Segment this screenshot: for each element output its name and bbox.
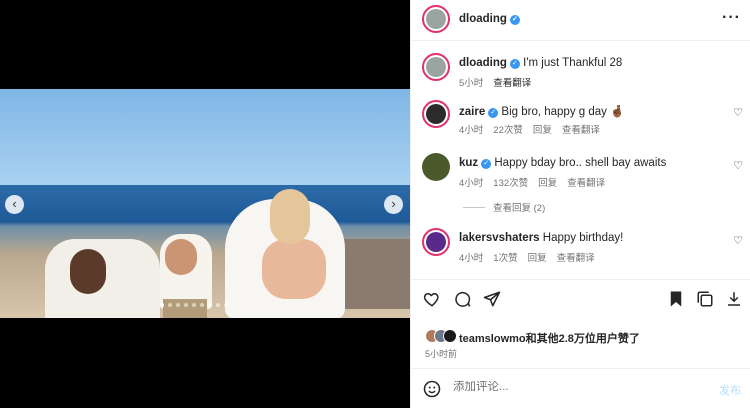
previous-photo-button[interactable]: ‹ [5, 195, 24, 214]
comment-username[interactable]: zaire [459, 106, 485, 118]
post-actions: teamslowmo和其他2.8万位用户赞了 [411, 279, 750, 345]
download-icon[interactable] [725, 290, 743, 313]
comment-translate-link[interactable]: 查看翻译 [557, 253, 595, 264]
commenter-avatar[interactable] [422, 100, 450, 128]
share-send-icon[interactable] [483, 290, 501, 313]
commenter-avatar[interactable] [422, 228, 450, 256]
comment-username[interactable]: lakersvshaters [459, 232, 540, 244]
comment-reply-button[interactable]: 回复 [538, 178, 557, 189]
post-media: ‹ › [0, 0, 410, 408]
copy-icon[interactable] [696, 290, 714, 313]
carousel-dots [160, 303, 228, 307]
verified-badge-icon: ✓ [509, 15, 520, 25]
post-photo [0, 89, 410, 318]
view-replies-link[interactable]: 查看回复 (2) [459, 200, 545, 214]
comment-like-heart-icon[interactable]: ♡ [733, 234, 743, 247]
comment-likes[interactable]: 132次赞 [493, 178, 528, 189]
comment-text: Happy birthday! [542, 232, 624, 244]
caption-translate-link[interactable]: 查看翻译 [493, 78, 531, 89]
next-photo-button[interactable]: › [384, 195, 403, 214]
post-detail-panel: dloading ✓ ··· dloading ✓ I'm just Thankfu… [410, 0, 750, 408]
caption-time: 5小时 [459, 78, 484, 89]
author-avatar[interactable] [422, 5, 450, 33]
liked-by-text[interactable]: teamslowmo和其他2.8万位用户赞了 [459, 330, 640, 346]
comment-time: 4小时 [459, 178, 484, 189]
verified-badge-icon: ✓ [488, 108, 499, 118]
comment-reply-button[interactable]: 回复 [533, 125, 552, 136]
commenter-avatar[interactable] [422, 153, 450, 181]
emoji-icon[interactable] [423, 380, 441, 403]
comment-text: Happy bday bro.. shell bay awaits [494, 157, 667, 169]
post-comment-button[interactable]: 发布 [719, 382, 741, 398]
like-heart-icon[interactable] [423, 290, 441, 313]
comment-translate-link[interactable]: 查看翻译 [562, 125, 600, 136]
post-header: dloading ✓ ··· [411, 0, 750, 41]
comment-like-heart-icon[interactable]: ♡ [733, 159, 743, 172]
author-username[interactable]: dloading ✓ [459, 13, 520, 25]
comment-username[interactable]: kuz [459, 157, 478, 169]
comment-input[interactable] [453, 381, 683, 393]
caption-text: I'm just Thankful 28 [523, 57, 623, 69]
comment-text: Big bro, happy g day 🤞🏾 [501, 106, 625, 118]
comment-time: 4小时 [459, 125, 484, 136]
more-icon[interactable]: ··· [722, 9, 741, 27]
comment-like-heart-icon[interactable]: ♡ [733, 106, 743, 119]
comment-likes[interactable]: 22次赞 [493, 125, 523, 136]
caption-username[interactable]: dloading [459, 57, 507, 69]
comment-translate-link[interactable]: 查看翻译 [567, 178, 605, 189]
verified-badge-icon: ✓ [509, 59, 520, 69]
comment-composer: 发布 [411, 368, 750, 408]
comment-time: 4小时 [459, 253, 484, 264]
verified-badge-icon: ✓ [481, 159, 492, 169]
bookmark-icon[interactable] [668, 290, 684, 313]
comment-reply-button[interactable]: 回复 [528, 253, 547, 264]
comment-likes[interactable]: 1次赞 [493, 253, 517, 264]
comment-bubble-icon[interactable] [453, 290, 471, 313]
post-time: 5小时前 [425, 349, 458, 359]
author-avatar[interactable] [422, 53, 450, 81]
